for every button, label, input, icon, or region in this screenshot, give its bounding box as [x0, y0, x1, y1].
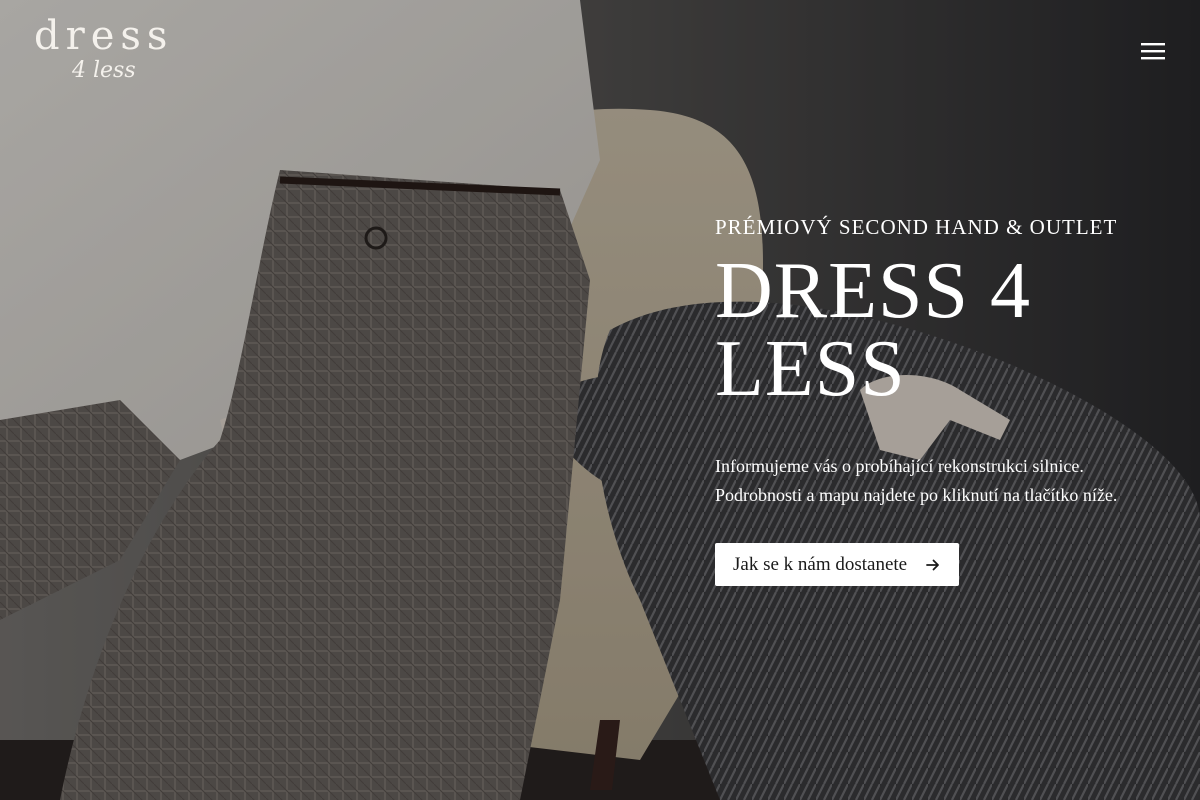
hamburger-menu-icon	[1141, 43, 1165, 60]
logo-subtitle: 4 less	[72, 58, 136, 83]
hero-eyebrow: PRÉMIOVÝ SECOND HAND & OUTLET	[715, 215, 1118, 239]
hero-content: PRÉMIOVÝ SECOND HAND & OUTLET DRESS 4 LE…	[715, 212, 1175, 586]
logo-wordmark: dress	[34, 13, 174, 59]
hero-headline-line1: DRESS 4	[715, 247, 1031, 335]
directions-button[interactable]: Jak se k nám dostanete	[715, 543, 960, 586]
arrow-right-icon	[925, 557, 941, 573]
hero-intro-text: Informujeme vás o probíhající rekonstruk…	[715, 456, 1118, 505]
directions-button-label: Jak se k nám dostanete	[733, 553, 908, 575]
hero-headline-line2: LESS	[715, 325, 906, 413]
hero-headline: DRESS 4 LESS	[715, 251, 1175, 409]
hero-section: dress 4 less PRÉMIOVÝ SECOND HAND & OUTL…	[0, 0, 1200, 800]
site-logo[interactable]: dress 4 less	[34, 14, 167, 86]
hamburger-menu-button[interactable]	[1136, 34, 1170, 68]
